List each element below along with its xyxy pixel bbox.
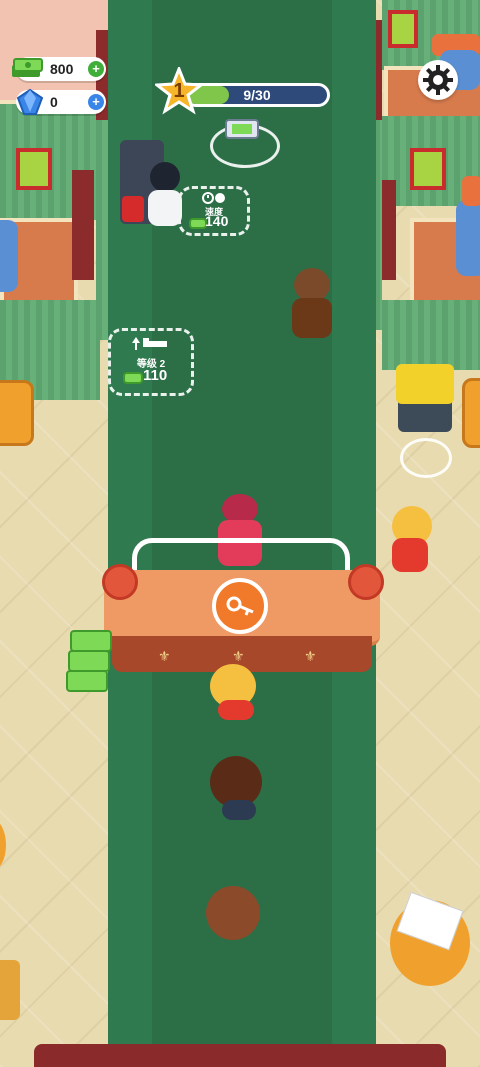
trash-spot-ring[interactable] [400, 438, 452, 478]
gems-value: 0 [50, 94, 58, 110]
speed-clock-icon [201, 191, 227, 205]
cash-value: 800 [50, 61, 74, 77]
lobby-armchair-left [0, 380, 34, 446]
desk-lamp-right [348, 564, 384, 600]
entrance-door [34, 1044, 446, 1067]
cash-pile-icon [222, 114, 262, 144]
xp-text: 9/30 [243, 87, 271, 103]
speed-cost: 140 [205, 213, 229, 229]
cart-bucket [122, 196, 144, 222]
desk-ornament: ⚜ [158, 648, 171, 664]
cash-icon [123, 372, 143, 384]
left-door-frame-2 [72, 170, 94, 280]
cash-counter: 800 + [12, 57, 106, 81]
player-level: 1 [173, 80, 185, 102]
cash-bundle[interactable] [66, 670, 108, 692]
guest-red-dress [392, 538, 428, 572]
room-painting-right [410, 148, 446, 190]
key-icon [226, 594, 256, 618]
xp-progress-bar: 9/30 [184, 83, 330, 107]
cash-stack-icon [10, 53, 44, 81]
add-gems-button[interactable]: + [88, 94, 104, 110]
table-lamp-left [0, 960, 20, 1020]
room-level-cost: 110 [143, 367, 168, 384]
check-in-key-button[interactable] [212, 578, 268, 634]
room-bed [0, 220, 18, 292]
cash-bundle[interactable] [68, 650, 110, 672]
room-level-upgrade[interactable]: 等级 2 110 [108, 328, 194, 396]
blue-gem-icon [16, 88, 44, 116]
bed-upgrade-icon [131, 335, 171, 351]
desk-lamp-left [102, 564, 138, 600]
right-room-wall-2 [382, 300, 480, 370]
housekeeper-speed-upgrade[interactable]: 速度 140 [178, 186, 250, 236]
desk-ornament: ⚜ [304, 648, 317, 664]
settings-button[interactable] [418, 60, 458, 100]
guest-queue-3 [206, 886, 260, 940]
add-cash-button[interactable]: + [88, 61, 104, 77]
housekeeper-head [150, 162, 180, 192]
trash-bin-lid [396, 364, 454, 404]
room-painting-right-top [388, 10, 418, 48]
guest-queue-1-body [218, 700, 254, 720]
lobby-armchair-right [462, 378, 480, 448]
room-bed-right [456, 200, 480, 276]
room-painting [16, 148, 52, 190]
gem-counter: 0 + [16, 88, 106, 116]
bed-headboard [462, 176, 480, 206]
guest-brown-head [294, 268, 330, 302]
desk-ornament: ⚜ [232, 648, 245, 664]
guest-brown [292, 298, 332, 338]
housekeeper [148, 190, 182, 226]
guest-queue-2-body [222, 800, 256, 820]
cash-bundle[interactable] [70, 630, 112, 652]
gear-icon [422, 64, 454, 96]
